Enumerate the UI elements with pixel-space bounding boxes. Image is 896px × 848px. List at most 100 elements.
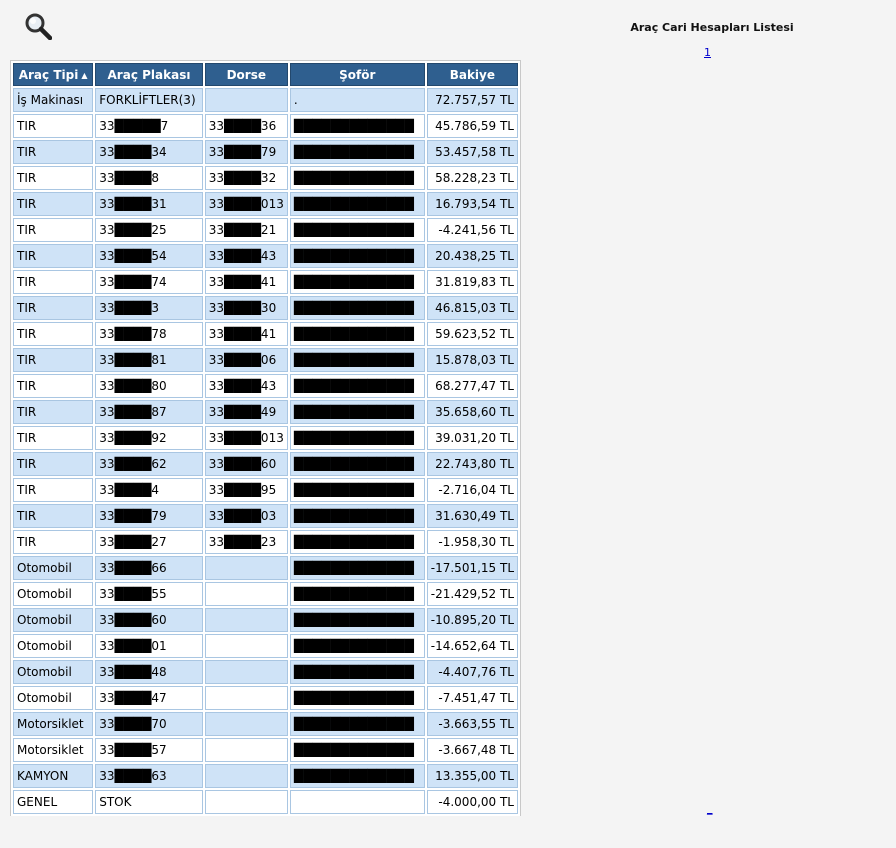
cell-arac-tipi: Otomobil <box>13 634 94 658</box>
column-header-arac-plakasi[interactable]: Araç Plakası <box>95 63 203 86</box>
cell-arac-tipi: Otomobil <box>13 660 94 684</box>
table-row[interactable]: TIR 33████8 33████32 █████████████ 58.228,23… <box>13 166 518 190</box>
table-row[interactable]: TIR 33████25 33████21 █████████████ -4.241,5… <box>13 218 518 242</box>
cell-dorse: 33████06 <box>204 348 288 372</box>
table-row[interactable]: TIR 33████74 33████41 █████████████ 31.819,8… <box>13 270 518 294</box>
cell-arac-plakasi: 33████63 <box>95 764 203 788</box>
table-row[interactable]: Motorsiklet 33████70 █████████████ -3.663,5… <box>13 712 518 736</box>
cell-arac-tipi: GENEL <box>13 790 94 814</box>
table-row[interactable]: KAMYON 33████63 █████████████ 13.355,00 TL <box>13 764 518 788</box>
sort-ascending-icon: ▲ <box>81 70 88 80</box>
table-row[interactable]: TIR 33████54 33████43 █████████████ 20.438,2… <box>13 244 518 268</box>
table-row[interactable]: GENEL STOK -4.000,00 TL <box>13 790 518 814</box>
cell-arac-plakasi: 33████25 <box>95 218 203 242</box>
cell-arac-tipi: Otomobil <box>13 608 94 632</box>
cell-dorse <box>204 686 288 710</box>
cell-bakiye: -17.501,15 TL <box>426 556 518 580</box>
cell-sofor: █████████████ <box>289 192 425 216</box>
cell-arac-tipi: TIR <box>13 166 94 190</box>
cell-arac-tipi: İş Makinası <box>13 88 94 112</box>
cell-sofor: █████████████ <box>289 530 425 554</box>
cell-arac-plakasi: 33████4 <box>95 478 203 502</box>
cell-arac-plakasi: 33████3 <box>95 296 203 320</box>
cell-arac-tipi: TIR <box>13 348 94 372</box>
cell-dorse <box>204 88 288 112</box>
cell-sofor: █████████████ <box>289 634 425 658</box>
cell-arac-plakasi: 33████8 <box>95 166 203 190</box>
cell-arac-plakasi: 33████66 <box>95 556 203 580</box>
cell-arac-plakasi: 33████31 <box>95 192 203 216</box>
pager-page-1-link[interactable]: 1 <box>704 46 711 59</box>
cell-arac-plakasi: 33████80 <box>95 374 203 398</box>
cell-arac-tipi: Motorsiklet <box>13 712 94 736</box>
table-row[interactable]: Otomobil 33████60 █████████████ -10.895,20 … <box>13 608 518 632</box>
cell-dorse: 33████95 <box>204 478 288 502</box>
table-row[interactable]: TIR 33████79 33████03 █████████████ 31.630,4… <box>13 504 518 528</box>
table-row[interactable]: TIR 33████27 33████23 █████████████ -1.958,3… <box>13 530 518 554</box>
pager-bottom-link[interactable]: _ <box>707 802 713 815</box>
table-row[interactable]: TIR 33████34 33████79 █████████████ 53.457,5… <box>13 140 518 164</box>
cell-arac-plakasi: 33████87 <box>95 400 203 424</box>
table-row[interactable]: İş Makinası FORKLİFTLER(3). 72.757,57 TL <box>13 88 518 112</box>
table-row[interactable]: TIR 33████80 33████43 █████████████ 68.277,4… <box>13 374 518 398</box>
cell-arac-tipi: TIR <box>13 452 94 476</box>
table-row[interactable]: TIR 33████4 33████95 █████████████ -2.716,04… <box>13 478 518 502</box>
cell-arac-tipi: TIR <box>13 504 94 528</box>
table-header-row: Araç Tipi ▲ Araç Plakası Dorse Şoför Baki… <box>13 63 518 86</box>
table-row[interactable]: Otomobil 33████47 █████████████ -7.451,47 T… <box>13 686 518 710</box>
cell-dorse <box>204 660 288 684</box>
magnifier-icon <box>25 13 53 41</box>
cell-arac-tipi: TIR <box>13 192 94 216</box>
table-row[interactable]: TIR 33████92 33████013 █████████████ 39.031,… <box>13 426 518 450</box>
cell-sofor: █████████████ <box>289 660 425 684</box>
table-row[interactable]: TIR 33████62 33████60 █████████████ 22.743,8… <box>13 452 518 476</box>
cell-arac-tipi: TIR <box>13 530 94 554</box>
cell-bakiye: -14.652,64 TL <box>426 634 518 658</box>
cell-arac-tipi: TIR <box>13 114 94 138</box>
table-row[interactable]: TIR 33████78 33████41 █████████████ 59.623,5… <box>13 322 518 346</box>
cell-arac-tipi: TIR <box>13 426 94 450</box>
cell-arac-plakasi: 33████27 <box>95 530 203 554</box>
column-header-sofor[interactable]: Şoför <box>289 63 425 86</box>
cell-bakiye: -3.667,48 TL <box>426 738 518 762</box>
table-row[interactable]: Otomobil 33████55 █████████████ -21.429,52 … <box>13 582 518 606</box>
cell-bakiye: 45.786,59 TL <box>426 114 518 138</box>
cell-arac-plakasi: 33████48 <box>95 660 203 684</box>
cell-bakiye: 20.438,25 TL <box>426 244 518 268</box>
table-row[interactable]: Otomobil 33████66 █████████████ -17.501,15 … <box>13 556 518 580</box>
table-row[interactable]: Motorsiklet 33████57 █████████████ -3.667,4… <box>13 738 518 762</box>
table-row[interactable]: Otomobil 33████01 █████████████ -14.652,64 … <box>13 634 518 658</box>
cell-bakiye: 58.228,23 TL <box>426 166 518 190</box>
cell-sofor: █████████████ <box>289 478 425 502</box>
cell-bakiye: -4.407,76 TL <box>426 660 518 684</box>
table-row[interactable]: TIR 33████87 33████49 █████████████ 35.658,6… <box>13 400 518 424</box>
table-row[interactable]: TIR 33█████7 33████36 █████████████ 45.786,5… <box>13 114 518 138</box>
column-header-bakiye[interactable]: Bakiye <box>426 63 518 86</box>
cell-bakiye: -1.958,30 TL <box>426 530 518 554</box>
cell-arac-tipi: KAMYON <box>13 764 94 788</box>
cell-arac-plakasi: 33████70 <box>95 712 203 736</box>
cell-dorse: 33████49 <box>204 400 288 424</box>
cell-bakiye: -2.716,04 TL <box>426 478 518 502</box>
table-row[interactable]: TIR 33████81 33████06 █████████████ 15.878,0… <box>13 348 518 372</box>
table-row[interactable]: Otomobil 33████48 █████████████ -4.407,76 T… <box>13 660 518 684</box>
cell-arac-plakasi: 33████92 <box>95 426 203 450</box>
column-header-arac-tipi[interactable]: Araç Tipi ▲ <box>13 63 94 86</box>
cell-arac-plakasi: 33████55 <box>95 582 203 606</box>
cell-sofor: █████████████ <box>289 686 425 710</box>
table-row[interactable]: TIR 33████31 33████013 █████████████ 16.793,… <box>13 192 518 216</box>
cell-bakiye: 46.815,03 TL <box>426 296 518 320</box>
cell-bakiye: 31.630,49 TL <box>426 504 518 528</box>
cell-arac-tipi: TIR <box>13 400 94 424</box>
cell-dorse: 33████32 <box>204 166 288 190</box>
cell-sofor: █████████████ <box>289 322 425 346</box>
search-button[interactable] <box>24 12 53 41</box>
cell-bakiye: -7.451,47 TL <box>426 686 518 710</box>
table-row[interactable]: TIR 33████3 33████30 █████████████ 46.815,03… <box>13 296 518 320</box>
cell-arac-tipi: TIR <box>13 374 94 398</box>
cell-bakiye: 35.658,60 TL <box>426 400 518 424</box>
cell-dorse: 33████41 <box>204 322 288 346</box>
column-header-dorse[interactable]: Dorse <box>204 63 288 86</box>
cell-sofor: █████████████ <box>289 218 425 242</box>
cell-sofor: █████████████ <box>289 348 425 372</box>
